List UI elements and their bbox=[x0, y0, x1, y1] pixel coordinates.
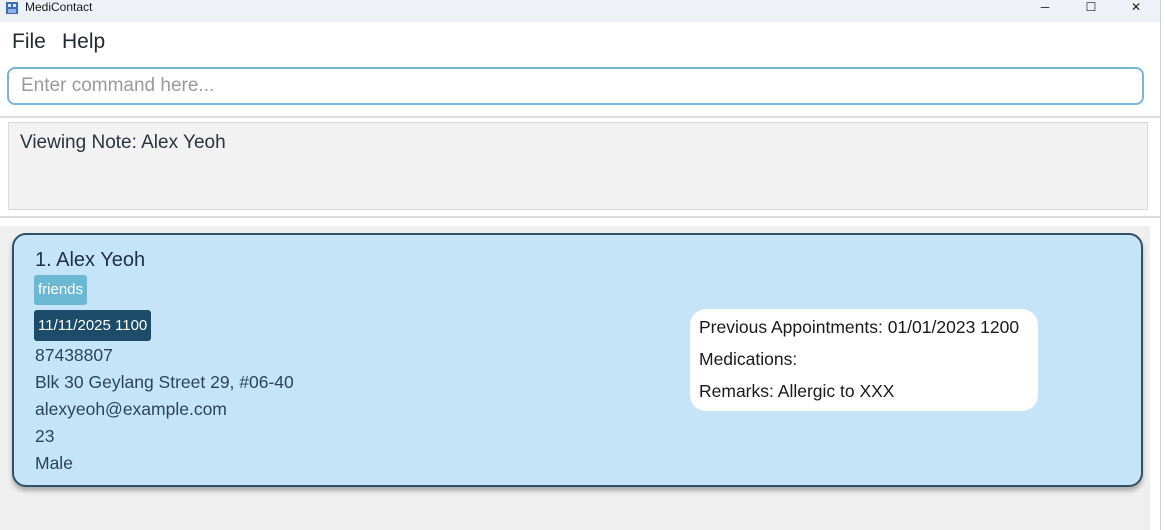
menu-help[interactable]: Help bbox=[62, 30, 105, 54]
command-box-container bbox=[0, 62, 1160, 118]
app-window: MediContact ─ ☐ ✕ File Help Viewing Note… bbox=[0, 0, 1161, 530]
maximize-button[interactable]: ☐ bbox=[1068, 0, 1114, 14]
previous-appointments: Previous Appointments: 01/01/2023 1200 bbox=[699, 317, 1020, 337]
medications: Medications: bbox=[699, 349, 798, 369]
menu-file[interactable]: File bbox=[12, 30, 46, 54]
appointment-badge: 11/11/2025 1100 bbox=[34, 310, 152, 341]
person-sex: Male bbox=[35, 453, 73, 473]
person-name: 1. Alex Yeoh bbox=[35, 249, 146, 271]
minimize-button[interactable]: ─ bbox=[1022, 0, 1068, 14]
close-button[interactable]: ✕ bbox=[1113, 0, 1159, 14]
tag-badge: friends bbox=[34, 275, 88, 305]
notes-panel: Previous Appointments: 01/01/2023 1200 M… bbox=[690, 309, 1038, 411]
person-card[interactable]: 1. Alex Yeoh friends 11/11/2025 1100 874… bbox=[12, 233, 1143, 487]
window-title: MediContact bbox=[25, 0, 93, 14]
result-text: Viewing Note: Alex Yeoh bbox=[20, 132, 226, 153]
result-display-container: Viewing Note: Alex Yeoh bbox=[0, 118, 1160, 218]
result-display[interactable]: Viewing Note: Alex Yeoh bbox=[8, 122, 1148, 210]
title-bar[interactable]: MediContact ─ ☐ ✕ bbox=[0, 0, 1160, 22]
person-phone: 87438807 bbox=[35, 345, 113, 365]
command-input[interactable] bbox=[7, 67, 1144, 105]
menu-bar: File Help bbox=[0, 22, 1160, 63]
app-icon bbox=[5, 1, 19, 15]
remarks: Remarks: Allergic to XXX bbox=[699, 381, 895, 401]
person-age: 23 bbox=[35, 426, 55, 446]
person-list[interactable]: 1. Alex Yeoh friends 11/11/2025 1100 874… bbox=[0, 226, 1150, 530]
person-address: Blk 30 Geylang Street 29, #06-40 bbox=[35, 372, 294, 392]
person-email: alexyeoh@example.com bbox=[35, 399, 227, 419]
